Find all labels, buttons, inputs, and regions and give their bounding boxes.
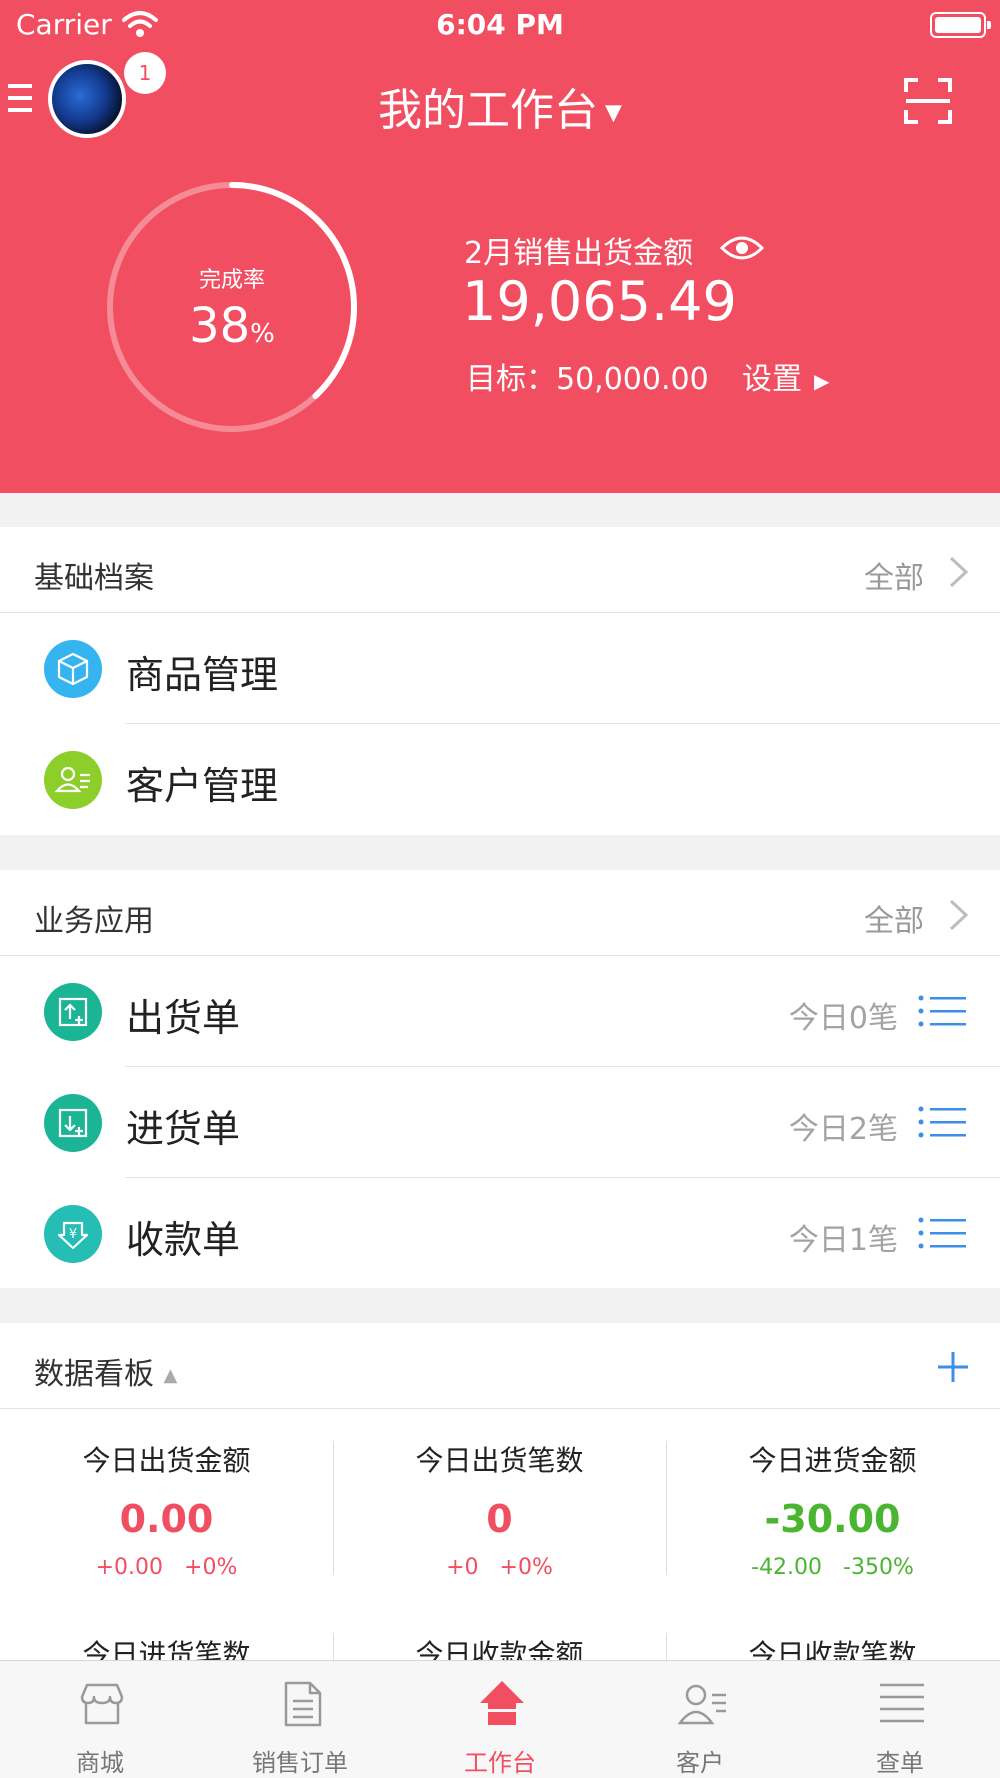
metric-value: 0 [486,1497,513,1541]
list-item-customer-management[interactable]: 客户管理 [0,725,1000,835]
tab-customer[interactable]: 客户 [600,1661,800,1778]
list-item-inbound-order[interactable]: 进货单 今日2笔 [0,1068,1000,1178]
home-icon [480,1681,524,1725]
list-item-receipt[interactable]: ¥ 收款单 今日1笔 [0,1179,1000,1289]
business-apps-card: 业务应用 全部 出货单 今日0笔 进货单 今日2笔 ¥ 收款单 今日1笔 [0,870,1000,1288]
item-label: 出货单 [126,996,241,1040]
business-apps-header: 业务应用 全部 [0,870,1000,956]
store-icon [80,1683,124,1725]
metric-delta: -42.00 -350% [751,1555,914,1580]
tab-bar: 商城 销售订单 工作台 客户 查单 [0,1660,1000,1778]
scan-icon[interactable] [904,78,952,124]
caret-down-icon: ▼ [598,100,622,126]
item-label: 客户管理 [126,764,279,808]
item-label: 收款单 [126,1218,241,1262]
section-title: 业务应用 [34,904,154,939]
completion-value: 38% [189,298,275,354]
customer-card-icon [44,751,102,809]
inbound-icon [44,1094,102,1152]
clock: 6:04 PM [436,8,564,41]
chevron-right-icon[interactable] [948,555,970,589]
metric-delta: +0 +0% [446,1555,553,1580]
metric-today-receipt-amount[interactable]: 今日收款金额 [333,1633,666,1660]
data-dashboard-card: 数据看板 ▲ 今日出货金额 0.00 +0.00 +0% 今日出货笔数 0 +0… [0,1323,1000,1660]
tab-store[interactable]: 商城 [0,1661,200,1778]
item-label: 商品管理 [126,653,279,697]
basic-archive-card: 基础档案 全部 商品管理 客户管理 [0,527,1000,835]
tab-query[interactable]: 查单 [800,1661,1000,1778]
metric-today-outbound-count[interactable]: 今日出货笔数 0 +0 +0% [333,1439,666,1580]
metric-today-inbound-count[interactable]: 今日进货笔数 [0,1633,333,1660]
workspace-title-dropdown[interactable]: 我的工作台 ▼ [0,74,1000,138]
data-dashboard-header: 数据看板 ▲ [0,1323,1000,1409]
eye-icon[interactable] [720,234,764,262]
tab-workspace[interactable]: 工作台 [400,1661,600,1778]
today-count: 今日1笔 [788,1223,898,1258]
basic-archive-header: 基础档案 全部 [0,527,1000,613]
sales-label: 2月销售出货金额 [464,236,694,271]
play-triangle-icon: ▶ [814,368,830,393]
metric-today-receipt-count[interactable]: 今日收款笔数 [666,1633,999,1660]
metric-today-inbound-amount[interactable]: 今日进货金额 -30.00 -42.00 -350% [666,1439,999,1580]
section-title: 基础档案 [34,561,154,596]
sales-amount: 19,065.49 [462,270,737,333]
caret-up-icon: ▲ [163,1365,178,1386]
add-icon[interactable] [936,1350,970,1384]
list-item-outbound-order[interactable]: 出货单 今日0笔 [0,957,1000,1067]
list-icon[interactable] [918,1106,966,1138]
chevron-right-icon[interactable] [948,898,970,932]
box-icon [44,640,102,698]
view-all-link[interactable]: 全部 [864,553,924,597]
item-label: 进货单 [126,1107,241,1151]
metric-value: 0.00 [119,1497,214,1541]
contact-icon [678,1684,726,1725]
outbound-icon [44,983,102,1041]
metric-value: -30.00 [764,1497,901,1541]
today-count: 今日0笔 [788,1001,898,1036]
completion-label: 完成率 [198,268,265,293]
today-count: 今日2笔 [788,1112,898,1147]
sales-target: 目标：50,000.00 [466,362,709,397]
list-icon[interactable] [918,1217,966,1249]
list-icon[interactable] [918,995,966,1027]
battery-icon [930,12,991,38]
list-item-product-management[interactable]: 商品管理 [0,614,1000,724]
view-all-link[interactable]: 全部 [864,896,924,940]
metric-delta: +0.00 +0% [95,1555,238,1580]
status-bar: Carrier 6:04 PM [0,0,1000,50]
tab-sales-order[interactable]: 销售订单 [200,1661,400,1778]
list-lines-icon [880,1683,924,1723]
metric-today-outbound-amount[interactable]: 今日出货金额 0.00 +0.00 +0% [0,1439,333,1580]
section-title[interactable]: 数据看板 ▲ [34,1349,177,1393]
page-title: 我的工作台 [378,85,599,136]
target-settings-button[interactable]: 设置 ▶ [742,354,829,398]
receipt-icon: ¥ [44,1205,102,1263]
document-icon [284,1681,322,1727]
svg-text:¥: ¥ [69,1227,77,1242]
dashboard-header: Carrier 6:04 PM 1 我的工作台 ▼ 完成率 38% 2月销售出货… [0,0,1000,493]
